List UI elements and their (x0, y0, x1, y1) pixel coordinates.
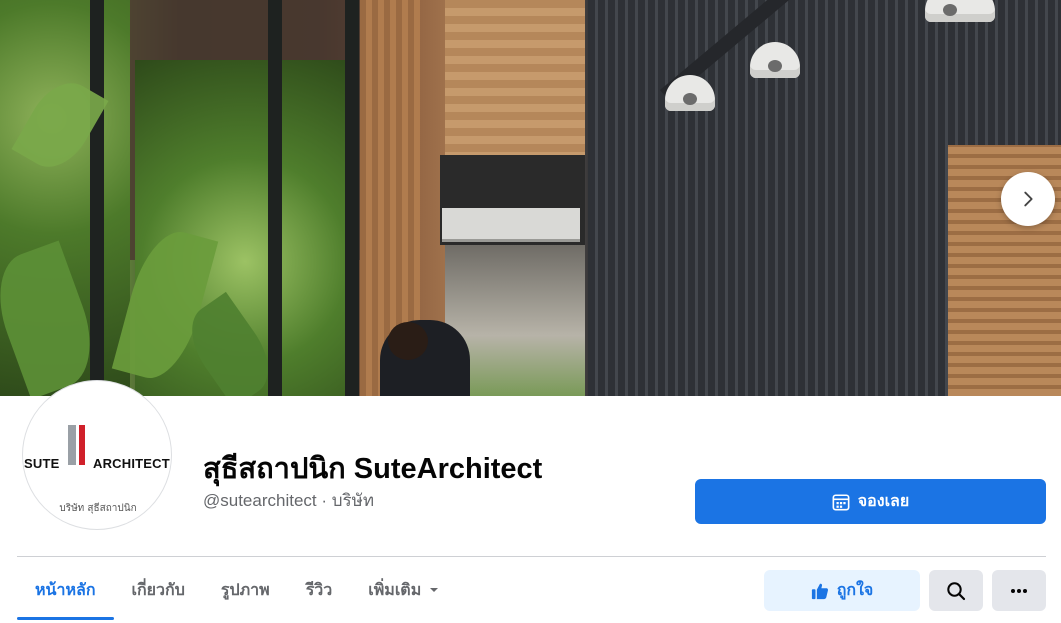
tab-about[interactable]: เกี่ยวกับ (114, 560, 203, 620)
tab-label: เพิ่มเติม (368, 581, 422, 599)
search-button[interactable] (929, 570, 983, 611)
chevron-right-icon (1024, 191, 1033, 207)
tab-photos[interactable]: รูปภาพ (203, 560, 288, 620)
page-tabs: หน้าหลัก เกี่ยวกับ รูปภาพ รีวิว เพิ่มเติ… (17, 560, 457, 623)
calendar-icon (832, 493, 850, 510)
tab-more[interactable]: เพิ่มเติม (350, 560, 457, 620)
book-now-label: จองเลย (857, 493, 910, 510)
cover-photo-frame (90, 0, 104, 396)
cover-photo-air-conditioner (442, 208, 580, 242)
tab-label: หน้าหลัก (35, 581, 96, 599)
header-divider (17, 556, 1046, 557)
search-icon (947, 581, 966, 600)
caret-down-icon (429, 585, 439, 595)
thumbs-up-icon (811, 583, 828, 599)
logo-text-right: ARCHITECT (93, 456, 170, 471)
like-label: ถูกใจ (836, 582, 874, 599)
cover-photo[interactable] (0, 0, 1061, 396)
tab-label: รูปภาพ (220, 581, 270, 599)
cover-photo-ceiling (445, 0, 585, 160)
tab-home[interactable]: หน้าหลัก (17, 560, 114, 620)
page-handle-category: @sutearchitect · บริษัท (203, 491, 375, 510)
profile-picture[interactable]: SUTE ARCHITECT บริษัท สุธีสถาปนิก (22, 380, 172, 530)
page-title: สุธีสถาปนิก SuteArchitect (203, 453, 543, 485)
cover-photo-person-head (388, 322, 428, 360)
cover-photo-frame (345, 0, 359, 396)
tab-label: เกี่ยวกับ (131, 581, 185, 599)
logo-text-left: SUTE (24, 456, 60, 471)
cover-photo-frame (268, 0, 282, 396)
tab-label: รีวิว (305, 581, 333, 599)
more-options-button[interactable] (992, 570, 1046, 611)
cover-next-button[interactable] (1001, 172, 1055, 226)
cover-photo-lamp (925, 0, 995, 22)
logo-subtext: บริษัท สุธีสถาปนิก (59, 503, 137, 514)
tab-reviews[interactable]: รีวิว (288, 560, 351, 620)
more-horizontal-icon (1011, 588, 1027, 593)
like-button[interactable]: ถูกใจ (764, 570, 920, 611)
book-now-button[interactable]: จองเลย (695, 479, 1046, 524)
